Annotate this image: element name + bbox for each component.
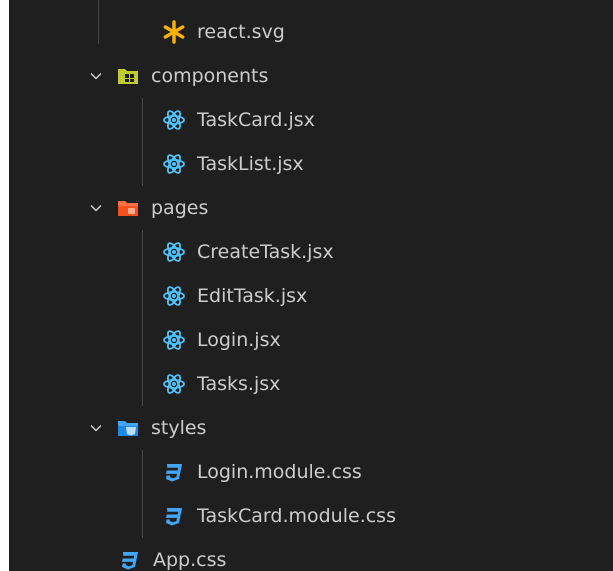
- tree-item-label: Tasks.jsx: [197, 373, 281, 395]
- tree-item-label: App.css: [153, 549, 227, 571]
- react-icon: [161, 327, 187, 353]
- react-icon: [161, 151, 187, 177]
- tree-item-label: CreateTask.jsx: [197, 241, 334, 263]
- tree-item-tasks-jsx[interactable]: Tasks.jsx: [9, 362, 613, 406]
- react-icon: [161, 239, 187, 265]
- folder-pages-icon: [115, 195, 141, 221]
- asterisk-icon: [161, 19, 187, 45]
- tree-item-taskcard-jsx[interactable]: TaskCard.jsx: [9, 98, 613, 142]
- react-icon: [161, 283, 187, 309]
- tree-item-label: TaskList.jsx: [197, 153, 304, 175]
- tree-item-label: components: [151, 65, 269, 87]
- tree-item-label: TaskCard.module.css: [197, 505, 396, 527]
- folder-styles-icon: [115, 415, 141, 441]
- tree-item-login-module-css[interactable]: Login.module.css: [9, 450, 613, 494]
- chevron-down-icon[interactable]: [87, 199, 105, 217]
- chevron-down-icon[interactable]: [87, 419, 105, 437]
- tree-item-react-svg[interactable]: react.svg: [9, 10, 613, 54]
- tree-item-label: TaskCard.jsx: [197, 109, 315, 131]
- css-icon: [161, 503, 187, 529]
- tree-item-label: styles: [151, 417, 207, 439]
- file-explorer-panel: react.svg components TaskCard.jsx TaskLi…: [9, 0, 613, 571]
- tree-folder-pages[interactable]: pages: [9, 186, 613, 230]
- tree-item-label: EditTask.jsx: [197, 285, 308, 307]
- tree-item-label: Login.jsx: [197, 329, 281, 351]
- tree-folder-styles[interactable]: styles: [9, 406, 613, 450]
- tree-item-app-css[interactable]: App.css: [9, 538, 613, 571]
- folder-components-icon: [115, 63, 141, 89]
- chevron-down-icon[interactable]: [87, 67, 105, 85]
- tree-item-edittask-jsx[interactable]: EditTask.jsx: [9, 274, 613, 318]
- tree-item-label: react.svg: [197, 21, 285, 43]
- tree-folder-components[interactable]: components: [9, 54, 613, 98]
- tree-item-taskcard-module-css[interactable]: TaskCard.module.css: [9, 494, 613, 538]
- react-icon: [161, 107, 187, 133]
- tree-item-label: pages: [151, 197, 209, 219]
- tree-item-tasklist-jsx[interactable]: TaskList.jsx: [9, 142, 613, 186]
- css-icon: [117, 547, 143, 571]
- react-icon: [161, 371, 187, 397]
- css-icon: [161, 459, 187, 485]
- tree-item-login-jsx[interactable]: Login.jsx: [9, 318, 613, 362]
- tree-item-label: Login.module.css: [197, 461, 362, 483]
- tree-item-createtask-jsx[interactable]: CreateTask.jsx: [9, 230, 613, 274]
